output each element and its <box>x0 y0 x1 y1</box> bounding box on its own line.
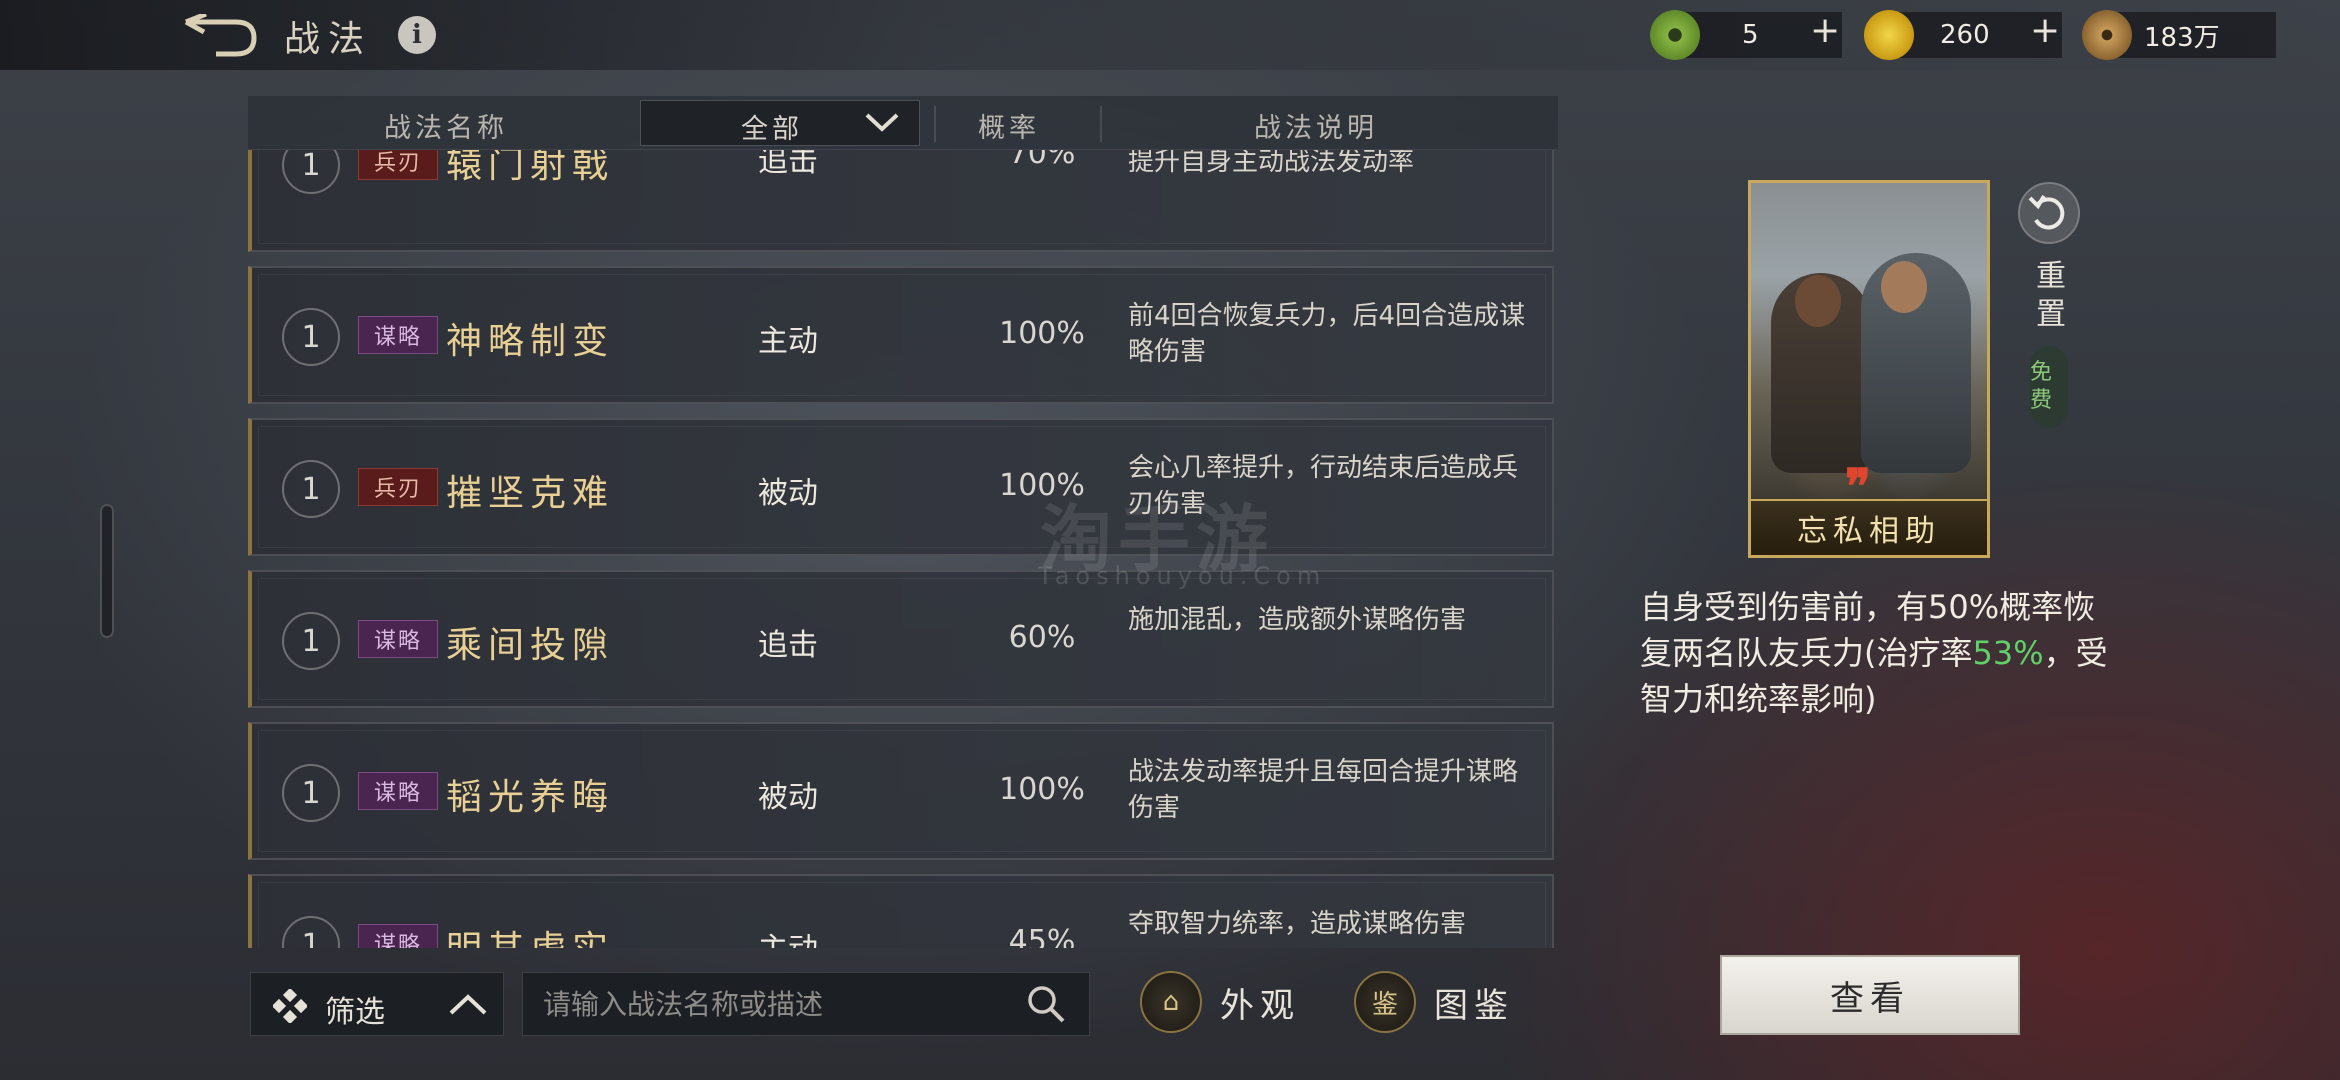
info-icon[interactable]: i <box>398 16 436 54</box>
tactic-rate: 100% <box>999 772 1085 807</box>
tactic-name: 韬光养晦 <box>446 777 615 818</box>
gold-amount: 260 <box>1940 20 1990 50</box>
level-badge: 1 <box>282 764 340 822</box>
tactic-trigger: 主动 <box>758 324 818 359</box>
copper-amount: 183万 <box>2144 22 2220 53</box>
pavilion-icon: ⌂ <box>1140 971 1202 1033</box>
header-divider <box>1100 106 1102 142</box>
tactic-rate: 100% <box>999 316 1085 351</box>
tactic-name: 乘间投隙 <box>446 625 615 666</box>
reset-label: 重置 <box>2036 259 2066 332</box>
tactic-description: 夺取智力统率，造成谋略伤害 <box>1128 909 1467 939</box>
tactic-type-tag: 谋略 <box>358 924 438 948</box>
jade-coin-icon <box>1650 10 1700 60</box>
tactic-list[interactable]: 1 兵刃 辕门射戟 追击 70% 单体兵刃伤害，若自身为后排，则提升自身主动战法… <box>248 150 1558 948</box>
currency-gold: 260 + <box>1864 10 2062 60</box>
tactic-card[interactable]: ❞ 忘私相助 <box>1748 180 1990 558</box>
search-icon[interactable] <box>1026 984 1066 1024</box>
tactic-rate: 60% <box>1008 620 1076 655</box>
currency-copper: 183万 <box>2082 10 2276 60</box>
header-divider <box>934 106 936 142</box>
tactic-description: 单体兵刃伤害，若自身为后排，则提升自身主动战法发动率 <box>1128 150 1415 177</box>
tactic-row[interactable]: 1 兵刃 辕门射戟 追击 70% 单体兵刃伤害，若自身为后排，则提升自身主动战法… <box>248 150 1554 252</box>
heal-rate-value: 53% <box>1972 634 2044 672</box>
book-icon: 鉴 <box>1354 971 1416 1033</box>
tactic-detail-description: 自身受到伤害前，有50%概率恢复两名队友兵力(治疗率53%，受智力和统率影响) <box>1640 584 2120 722</box>
add-jade-button[interactable]: + <box>1810 10 1840 51</box>
tactic-row[interactable]: 1 谋略 明其虚实 主动 45% 夺取智力统率，造成谋略伤害 <box>248 874 1554 948</box>
column-name-header: 战法名称 <box>384 113 508 144</box>
tactic-rate: 45% <box>1008 924 1076 948</box>
chevron-up-icon <box>449 994 487 1015</box>
level-badge: 1 <box>282 916 340 948</box>
tactic-row[interactable]: 1 谋略 韬光养晦 被动 100% 战法发动率提升且每回合提升谋略伤害 <box>248 722 1554 860</box>
card-art-figure <box>1795 275 1841 327</box>
level-badge: 1 <box>282 460 340 518</box>
tactic-trigger: 追击 <box>758 150 818 179</box>
tactic-trigger: 被动 <box>758 780 818 815</box>
level-badge: 1 <box>282 612 340 670</box>
tactic-description: 战法发动率提升且每回合提升谋略伤害 <box>1128 757 1519 823</box>
tactic-type-tag: 谋略 <box>358 620 438 658</box>
column-rate-header: 概率 <box>978 113 1040 144</box>
refresh-icon <box>2028 194 2065 230</box>
add-gold-button[interactable]: + <box>2030 10 2060 51</box>
tactic-type-tag: 谋略 <box>358 772 438 810</box>
tactic-type-tag: 兵刃 <box>358 468 438 506</box>
tactic-type-tag: 兵刃 <box>358 150 438 180</box>
level-badge: 1 <box>282 150 340 194</box>
tactic-type-tag: 谋略 <box>358 316 438 354</box>
codex-button[interactable]: 鉴 图鉴 <box>1354 966 1514 1038</box>
table-header: 战法名称 全部 概率 战法说明 <box>248 96 1558 150</box>
view-button[interactable]: 查看 <box>1720 955 2020 1035</box>
chevron-down-icon <box>865 113 899 132</box>
appearance-button[interactable]: ⌂ 外观 <box>1140 966 1300 1038</box>
category-filter-dropdown[interactable]: 全部 <box>640 100 920 146</box>
tactic-description: 施加混乱，造成额外谋略伤害 <box>1128 605 1467 635</box>
currency-jade: 5 + <box>1650 10 1842 60</box>
copper-coin-icon <box>2082 10 2132 60</box>
codex-label: 图鉴 <box>1434 985 1514 1026</box>
tactic-trigger: 被动 <box>758 476 818 511</box>
card-art-figure <box>1881 261 1927 313</box>
tactic-row[interactable]: 1 谋略 神略制变 主动 100% 前4回合恢复兵力，后4回合造成谋略伤害 <box>248 266 1554 404</box>
tactic-row[interactable]: 1 谋略 乘间投隙 追击 60% 施加混乱，造成额外谋略伤害 <box>248 570 1554 708</box>
filter-label: 筛选 <box>325 995 385 1030</box>
tactic-name: 神略制变 <box>446 321 615 362</box>
filter-button[interactable]: 筛选 <box>250 972 504 1036</box>
column-desc-header: 战法说明 <box>1254 113 1378 144</box>
tactic-row[interactable]: 1 兵刃 摧坚克难 被动 100% 会心几率提升，行动结束后造成兵刃伤害 <box>248 418 1554 556</box>
tactic-name: 摧坚克难 <box>446 473 615 514</box>
tactic-description: 前4回合恢复兵力，后4回合造成谋略伤害 <box>1128 301 1526 367</box>
category-filter-value: 全部 <box>741 114 803 145</box>
tactic-trigger: 主动 <box>758 924 858 948</box>
level-badge: 1 <box>282 308 340 366</box>
appearance-label: 外观 <box>1220 985 1300 1026</box>
tactic-trigger: 追击 <box>758 628 818 663</box>
watermark-url: Taoshouyou.Com <box>1038 562 1327 590</box>
free-badge: 免费 <box>2030 346 2068 428</box>
reset-button[interactable] <box>2018 182 2080 244</box>
tactic-name: 明其虚实 <box>446 920 614 948</box>
search-input[interactable] <box>522 972 1090 1036</box>
tactic-name: 辕门射戟 <box>446 150 615 186</box>
gold-coin-icon <box>1864 10 1914 60</box>
jade-amount: 5 <box>1742 20 1759 50</box>
back-arrow-icon[interactable] <box>180 11 260 60</box>
filter-icon <box>273 989 307 1023</box>
page-title: 战法 <box>284 19 373 60</box>
tactic-rate: 70% <box>1008 150 1076 171</box>
card-name: 忘私相助 <box>1751 499 1987 555</box>
side-scroll-handle[interactable] <box>100 504 114 638</box>
